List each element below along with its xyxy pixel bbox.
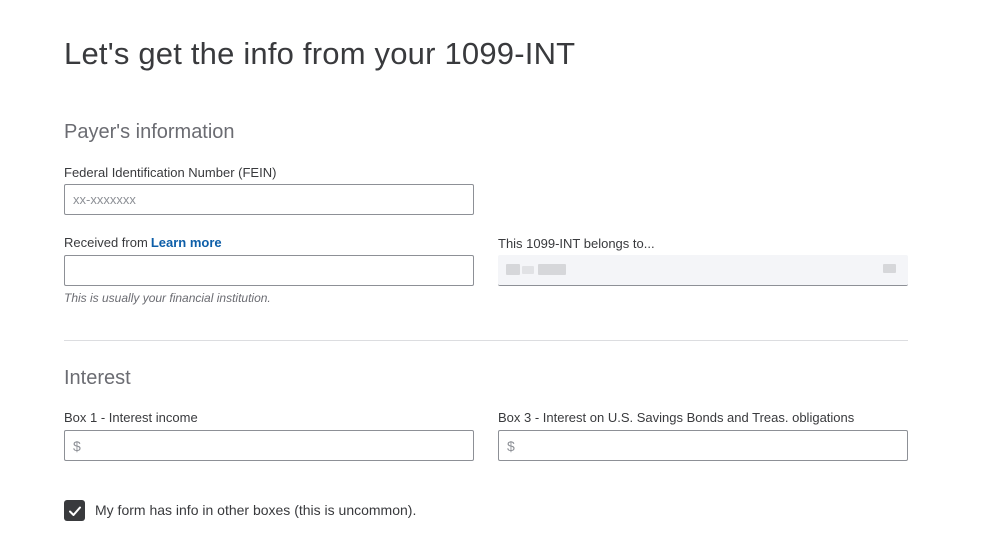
payer-section-title: Payer's information [64, 121, 235, 143]
fein-label: Federal Identification Number (FEIN) [64, 165, 277, 180]
received-from-helper: This is usually your financial instituti… [64, 291, 271, 305]
redacted-name-block [538, 264, 566, 275]
interest-section-title: Interest [64, 367, 131, 389]
section-divider [64, 340, 908, 341]
redacted-name-block [506, 264, 520, 275]
belongs-to-select[interactable] [498, 255, 908, 286]
form-page: Let's get the info from your 1099-INT Pa… [0, 0, 999, 551]
checkmark-icon [68, 506, 81, 516]
currency-symbol: $ [73, 437, 81, 454]
page-title: Let's get the info from your 1099-INT [64, 36, 576, 71]
redacted-chevron-block [883, 264, 896, 273]
box3-input[interactable] [516, 431, 907, 460]
received-from-input[interactable] [64, 255, 474, 286]
box1-input[interactable] [82, 431, 473, 460]
other-boxes-label[interactable]: My form has info in other boxes (this is… [95, 502, 416, 518]
fein-input[interactable] [64, 184, 474, 215]
box1-label: Box 1 - Interest income [64, 410, 198, 425]
box3-field[interactable]: $ [498, 430, 908, 461]
learn-more-link[interactable]: Learn more [151, 235, 222, 250]
received-from-label: Received from [64, 235, 148, 250]
box1-field[interactable]: $ [64, 430, 474, 461]
box3-label: Box 3 - Interest on U.S. Savings Bonds a… [498, 410, 855, 425]
belongs-to-label: This 1099-INT belongs to... [498, 236, 655, 251]
received-from-label-group: Received from Learn more [64, 235, 222, 250]
currency-symbol: $ [507, 437, 515, 454]
other-boxes-checkbox[interactable] [64, 500, 85, 521]
redacted-name-block [522, 266, 534, 274]
